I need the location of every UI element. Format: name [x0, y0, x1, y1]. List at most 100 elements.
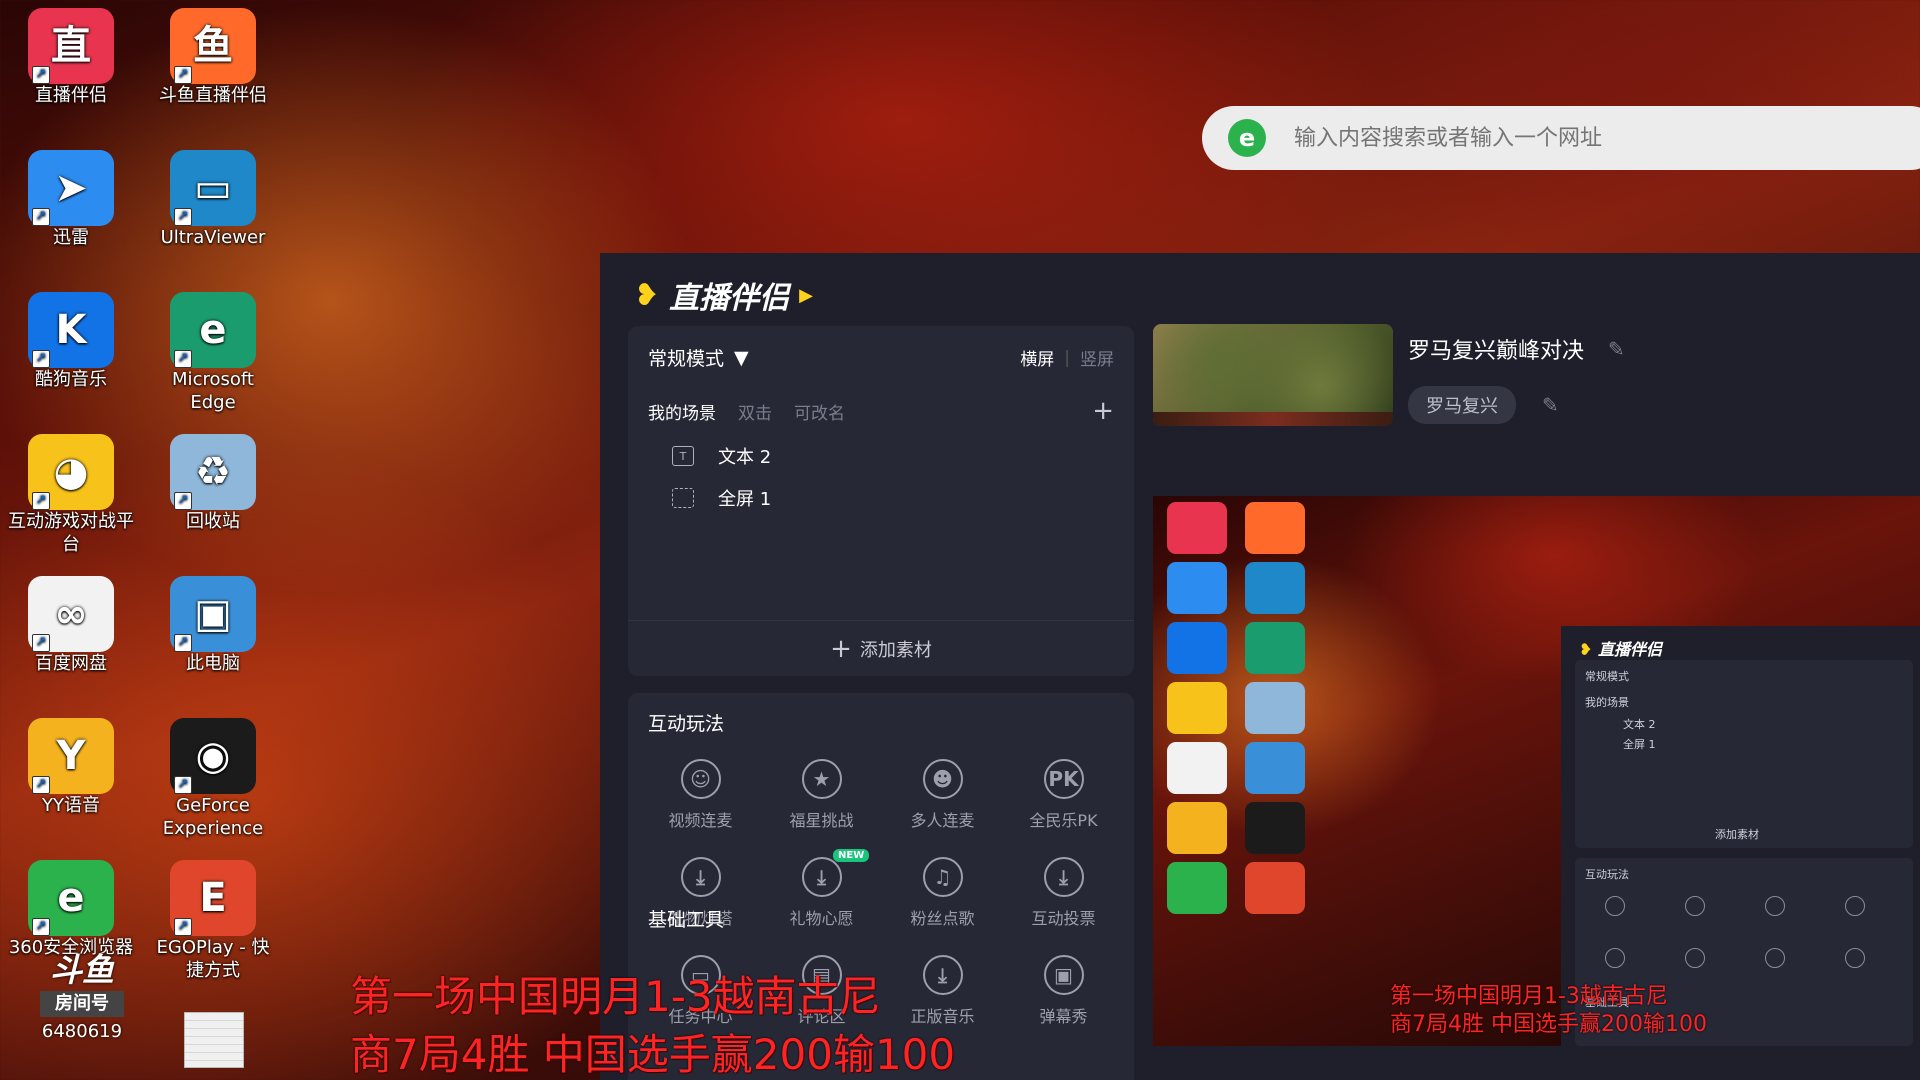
shortcut-arrow-icon: ↗ — [32, 208, 50, 226]
shortcut-arrow-icon: ↗ — [32, 66, 50, 84]
app-icon: ∞ ↗ — [28, 576, 114, 652]
preview-scene-card: 常规模式 我的场景 文本 2 全屏 1 添加素材 — [1575, 660, 1913, 848]
orientation-divider: | — [1064, 347, 1070, 368]
shortcut-arrow-icon: ↗ — [32, 776, 50, 794]
preview-scene-title: 我的场景 — [1585, 696, 1629, 709]
preview-tool-icon — [1685, 948, 1705, 968]
desktop-icon[interactable]: 直 ↗ 直播伴侣 — [6, 8, 136, 107]
preview-desktop-icon — [1245, 862, 1305, 914]
app-icon: Y ↗ — [28, 718, 114, 794]
category-tag[interactable]: 罗马复兴 — [1408, 386, 1516, 424]
app-brand: ❥ 直播伴侣 ▶ — [634, 273, 813, 317]
app-icon: ◉ ↗ — [170, 718, 256, 794]
scene-title: 我的场景 — [648, 403, 716, 424]
preview-tool-icon — [1845, 948, 1865, 968]
desktop-icon-label: YY语音 — [42, 795, 100, 816]
desktop-icon[interactable]: ∞ ↗ 百度网盘 — [6, 576, 136, 675]
shortcut-arrow-icon: ↗ — [32, 634, 50, 652]
desktop-icon[interactable]: E ↗ EGOPlay - 快捷方式 — [148, 860, 278, 983]
scene-item-label: 文本 2 — [718, 447, 772, 468]
desktop-icon-label: 百度网盘 — [35, 653, 107, 674]
preview-overlay-line-1: 第一场中国明月1-3越南古尼 — [1390, 984, 1668, 1009]
desktop-icon[interactable]: ▭ ↗ UltraViewer — [148, 150, 278, 249]
desktop-icon[interactable]: ◕ ↗ 互动游戏对战平台 — [6, 434, 136, 557]
douyu-logo: 斗鱼 — [49, 951, 114, 989]
shortcut-arrow-icon: ↗ — [174, 776, 192, 794]
preview-desktop-icon — [1167, 802, 1227, 854]
desktop-icon[interactable]: ♻ ↗ 回收站 — [148, 434, 278, 533]
desktop-icon[interactable]: ➤ ↗ 迅雷 — [6, 150, 136, 249]
preview-tool-icon — [1765, 948, 1785, 968]
shortcut-arrow-icon: ↗ — [174, 918, 192, 936]
shortcut-arrow-icon: ↗ — [32, 350, 50, 368]
app-icon: K ↗ — [28, 292, 114, 368]
app-icon: e ↗ — [28, 860, 114, 936]
desktop-icon-label: Microsoft Edge — [172, 369, 254, 414]
tool-gift-wish[interactable]: ⤓ 礼物心愿 NEW — [761, 849, 882, 929]
browser-logo-icon: e — [1228, 119, 1266, 157]
preview-desktop-icon — [1245, 682, 1305, 734]
text-file-icon[interactable] — [184, 1012, 244, 1068]
desktop-icon[interactable]: Y ↗ YY语音 — [6, 718, 136, 817]
tool-multi-link[interactable]: ☻ 多人连麦 — [882, 759, 1003, 831]
tool-label: 互动投票 — [1031, 909, 1096, 928]
edit-category-icon[interactable]: ✎ — [1542, 393, 1559, 417]
room-title-row: 罗马复兴巅峰对决 ✎ — [1408, 333, 1625, 365]
plus-icon: + — [830, 633, 852, 664]
tool-pk[interactable]: PK 全民乐PK — [1003, 759, 1124, 831]
add-scene-icon[interactable]: + — [1092, 396, 1114, 426]
desktop-icon[interactable]: ▣ ↗ 此电脑 — [148, 576, 278, 675]
preview-desktop-icon — [1245, 562, 1305, 614]
preview-overlay-text: 第一场中国明月1-3越南古尼 商7局4胜 中国选手赢200输100 — [1390, 983, 1830, 1039]
room-number: 6480619 — [41, 1021, 123, 1042]
shortcut-arrow-icon: ↗ — [174, 492, 192, 510]
stream-thumbnail[interactable] — [1153, 324, 1393, 426]
room-title: 罗马复兴巅峰对决 — [1408, 339, 1585, 364]
preview-add-material: 添加素材 — [1715, 828, 1759, 841]
fullscreen-icon — [672, 488, 694, 508]
shortcut-arrow-icon: ↗ — [174, 208, 192, 226]
app-icon: ◕ ↗ — [28, 434, 114, 510]
add-material-button[interactable]: + 添加素材 — [628, 620, 1134, 676]
scene-item-fullscreen[interactable]: 全屏 1 — [672, 485, 771, 511]
preview-desktop-icon — [1167, 742, 1227, 794]
fan-song-icon: ♫ — [922, 857, 963, 897]
preview-desktop-icon — [1245, 802, 1305, 854]
edit-title-icon[interactable]: ✎ — [1608, 337, 1625, 361]
portrait-option[interactable]: 竖屏 — [1080, 345, 1114, 370]
search-input[interactable] — [1294, 125, 1854, 151]
tool-lucky-star[interactable]: ★ 福星挑战 — [761, 759, 882, 831]
browser-search-bar[interactable]: e — [1202, 106, 1920, 170]
preview-tool-icon — [1605, 896, 1625, 916]
interactive-tools-grid: ☺ 视频连麦 ★ 福星挑战 ☻ 多人连麦 PK 全民乐PK ⤓ 礼物灯塔 ⤓ 礼物心愿 NEW ♫ 粉丝点歌… — [640, 759, 1124, 929]
stream-overlay-text: 第一场中国明月1-3越南古尼 商7局4胜 中国选手赢200输100 — [350, 968, 1110, 1080]
multi-link-icon: ☻ — [922, 759, 963, 799]
desktop-icon[interactable]: 鱼 ↗ 斗鱼直播伴侣 — [148, 8, 278, 107]
app-icon: 鱼 ↗ — [170, 8, 256, 84]
scene-hint-rename: 可改名 — [794, 403, 845, 424]
landscape-option[interactable]: 横屏 — [1020, 345, 1054, 370]
preview-desktop-icon — [1167, 622, 1227, 674]
tool-label: 礼物心愿 — [789, 909, 854, 928]
tool-label: 多人连麦 — [910, 811, 975, 830]
desktop-icon-label: GeForce Experience — [162, 795, 264, 840]
desktop-icon[interactable]: ◉ ↗ GeForce Experience — [148, 718, 278, 841]
add-material-label: 添加素材 — [859, 639, 932, 661]
gift-wish-icon: ⤓ — [801, 857, 842, 897]
preview-desktop-icon — [1245, 502, 1305, 554]
tool-vote[interactable]: ⤓ 互动投票 — [1003, 857, 1124, 929]
desktop-icon[interactable]: e ↗ Microsoft Edge — [148, 292, 278, 415]
tool-video-link[interactable]: ☺ 视频连麦 — [640, 759, 761, 831]
app-icon: e ↗ — [170, 292, 256, 368]
caret-down-icon: ▼ — [734, 346, 749, 369]
scene-item-text[interactable]: T 文本 2 — [672, 443, 771, 469]
preview-mode: 常规模式 — [1585, 670, 1629, 683]
text-icon: T — [672, 446, 694, 466]
mode-dropdown[interactable]: 常规模式 ▼ — [648, 344, 749, 371]
tool-fan-song[interactable]: ♫ 粉丝点歌 — [882, 857, 1003, 929]
live-preview[interactable]: ❥ 直播伴侣 常规模式 我的场景 文本 2 全屏 1 添加素材 互动玩法 基础工… — [1153, 496, 1920, 1046]
desktop-icon[interactable]: K ↗ 酷狗音乐 — [6, 292, 136, 391]
pk-icon: PK — [1043, 759, 1084, 799]
desktop-icon-label: 酷狗音乐 — [35, 369, 107, 390]
brand-arrow-icon: ▶ — [799, 284, 813, 306]
